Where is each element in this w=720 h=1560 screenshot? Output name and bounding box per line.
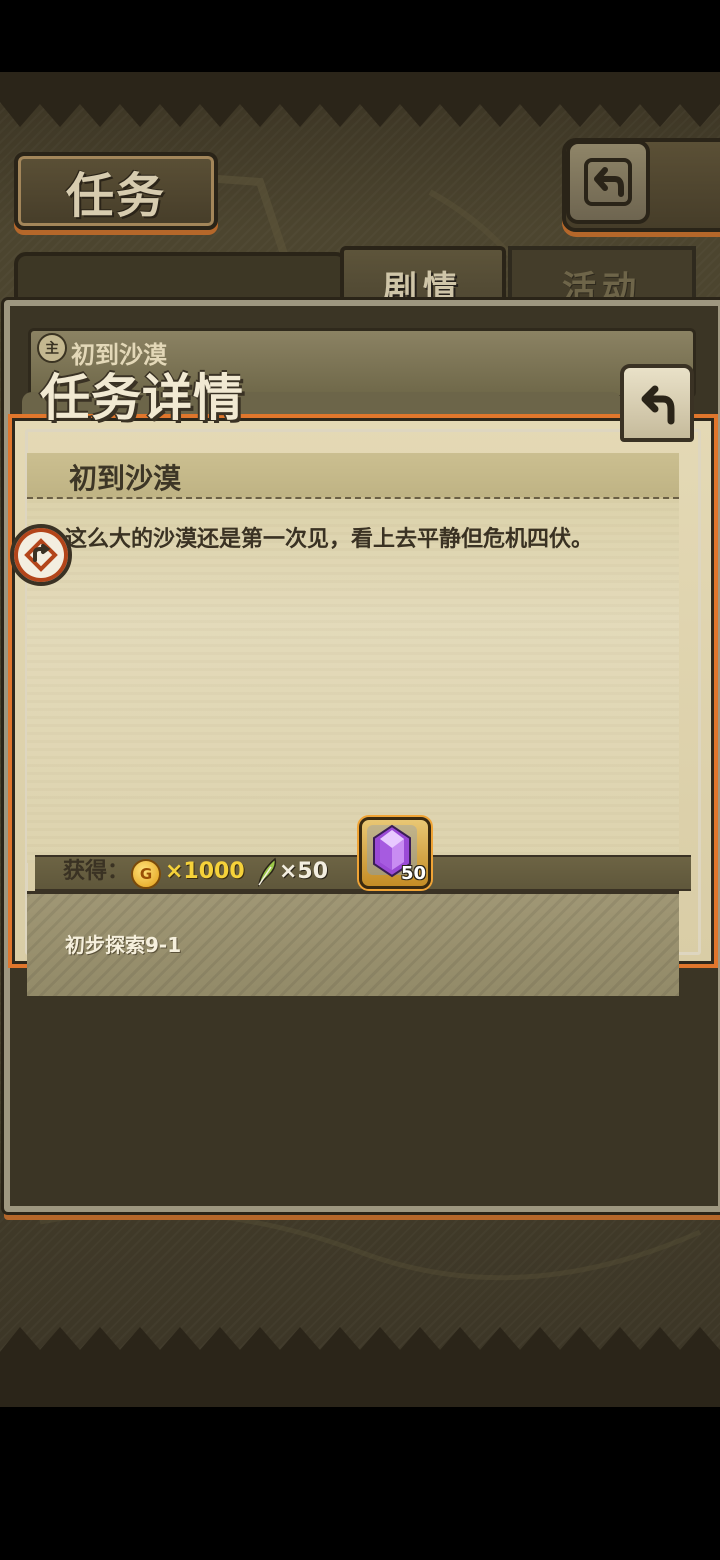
feather-icon — [257, 857, 277, 887]
gem-reward-count: 50 — [400, 863, 426, 884]
quest-marker-icon — [10, 524, 72, 586]
page-title-plaque: 任务 — [14, 152, 218, 230]
feather-reward-amount: ×50 — [279, 859, 329, 884]
dialog-title: 任务详情 — [40, 369, 244, 427]
back-arrow-icon — [584, 158, 632, 206]
torn-edge-bottom — [0, 1327, 720, 1407]
gem-reward-slot[interactable]: 50 — [359, 817, 431, 889]
quest-description: 这么大的沙漠还是第一次见，看上去平静但危机四伏。 — [65, 527, 594, 552]
gold-coin-icon: G — [131, 859, 161, 889]
task-requirement: 初步探索9-1 — [65, 933, 182, 957]
back-arrow-icon — [641, 385, 675, 425]
quest-name: 初到沙漠 — [69, 462, 182, 495]
coin-reward-amount: ×1000 — [165, 859, 245, 884]
reward-label: 获得： — [63, 859, 130, 884]
back-button[interactable] — [566, 140, 650, 224]
quest-detail-dialog: 初到沙漠 这么大的沙漠还是第一次见，看上去平静但危机四伏。 获得： G ×100… — [12, 418, 714, 996]
description-parchment — [27, 453, 679, 863]
quest-marker-glyph — [24, 538, 58, 572]
close-dialog-button[interactable] — [620, 364, 694, 442]
page-title: 任务 — [65, 168, 166, 224]
